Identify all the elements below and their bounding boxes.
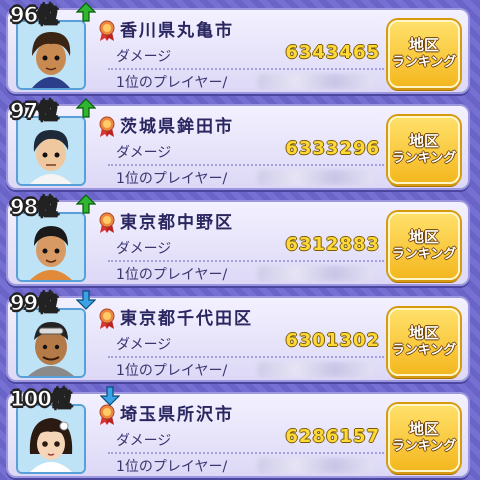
rank-down-arrow-icon xyxy=(76,290,96,310)
top-player-label: 1位のプレイヤー/ xyxy=(116,459,228,475)
ranking-row: 97位 茨城県鉾田市 ダメージ 6333296 1位のプレイヤー/ 地区 ランキ… xyxy=(6,98,470,190)
region-name: 香川県丸亀市 xyxy=(120,21,234,41)
ranking-row: 98位 東京都中野区 ダメージ 6312883 1位のプレイヤー/ 地区 ランキ… xyxy=(6,194,470,286)
ranking-row: 99位 東京都千代田区 ダメージ 6301302 1位のプレイヤー/ 地区 ラン… xyxy=(6,290,470,382)
button-label-line2: ランキング xyxy=(391,439,457,454)
damage-line: ダメージ 6343465 xyxy=(108,42,384,70)
damage-line: ダメージ 6301302 xyxy=(108,330,384,358)
damage-score: 6343465 xyxy=(285,42,380,63)
top-player-line: 1位のプレイヤー/ xyxy=(108,164,384,190)
player-avatar xyxy=(16,116,86,186)
damage-score: 6301302 xyxy=(285,330,380,351)
blurred-player-name xyxy=(258,458,373,473)
rank-label: 99位 xyxy=(9,291,58,316)
button-label-line2: ランキング xyxy=(391,55,457,70)
medal-icon xyxy=(99,308,115,329)
player-avatar xyxy=(16,308,86,378)
damage-score: 6333296 xyxy=(285,138,380,159)
top-player-label: 1位のプレイヤー/ xyxy=(116,363,228,379)
damage-score: 6312883 xyxy=(285,234,380,255)
medal-icon xyxy=(99,116,115,137)
blurred-player-name xyxy=(258,74,373,89)
region-ranking-button[interactable]: 地区 ランキング xyxy=(388,20,460,88)
top-player-line: 1位のプレイヤー/ xyxy=(108,68,384,94)
button-label-line2: ランキング xyxy=(391,343,457,358)
boy-character-icon xyxy=(18,22,84,88)
boy-character-icon xyxy=(18,118,84,184)
region-name: 東京都中野区 xyxy=(120,213,234,233)
damage-line: ダメージ 6312883 xyxy=(108,234,384,262)
ranking-list: 96位 香川県丸亀市 ダメージ 6343465 1位のプレイヤー/ 地区 ランキ… xyxy=(0,0,480,480)
man-character-icon xyxy=(18,310,84,376)
region-ranking-button[interactable]: 地区 ランキング xyxy=(388,212,460,280)
player-avatar xyxy=(16,212,86,282)
button-label-line1: 地区 xyxy=(408,36,439,54)
girl-character-icon xyxy=(18,406,84,472)
ranking-row: 96位 香川県丸亀市 ダメージ 6343465 1位のプレイヤー/ 地区 ランキ… xyxy=(6,2,470,94)
top-player-label: 1位のプレイヤー/ xyxy=(116,75,228,91)
damage-label: ダメージ xyxy=(116,49,172,65)
boy-character-icon xyxy=(18,214,84,280)
region-ranking-button[interactable]: 地区 ランキング xyxy=(388,308,460,376)
region-ranking-button[interactable]: 地区 ランキング xyxy=(388,116,460,184)
region-name: 茨城県鉾田市 xyxy=(120,117,234,137)
damage-label: ダメージ xyxy=(116,337,172,353)
rank-up-arrow-icon xyxy=(76,2,96,22)
button-label-line2: ランキング xyxy=(391,247,457,262)
ranking-row: 100位 埼玉県所沢市 ダメージ 6286157 1位のプレイヤー/ 地区 ラン… xyxy=(6,386,470,478)
rank-label: 97位 xyxy=(9,99,58,124)
top-player-line: 1位のプレイヤー/ xyxy=(108,452,384,478)
button-label-line1: 地区 xyxy=(408,132,439,150)
damage-label: ダメージ xyxy=(116,241,172,257)
rank-label: 96位 xyxy=(9,3,58,28)
damage-label: ダメージ xyxy=(116,433,172,449)
button-label-line2: ランキング xyxy=(391,151,457,166)
damage-line: ダメージ 6286157 xyxy=(108,426,384,454)
top-player-line: 1位のプレイヤー/ xyxy=(108,260,384,286)
damage-score: 6286157 xyxy=(285,426,380,447)
button-label-line1: 地区 xyxy=(408,420,439,438)
medal-icon xyxy=(99,212,115,233)
player-avatar xyxy=(16,20,86,90)
rank-up-arrow-icon xyxy=(76,98,96,118)
rank-down-arrow-icon xyxy=(100,386,120,406)
top-player-label: 1位のプレイヤー/ xyxy=(116,171,228,187)
medal-icon xyxy=(99,404,115,425)
region-name: 東京都千代田区 xyxy=(120,309,253,329)
button-label-line1: 地区 xyxy=(408,324,439,342)
top-player-line: 1位のプレイヤー/ xyxy=(108,356,384,382)
medal-icon xyxy=(99,20,115,41)
blurred-player-name xyxy=(258,266,373,281)
blurred-player-name xyxy=(258,362,373,377)
rank-up-arrow-icon xyxy=(76,194,96,214)
damage-label: ダメージ xyxy=(116,145,172,161)
top-player-label: 1位のプレイヤー/ xyxy=(116,267,228,283)
damage-line: ダメージ 6333296 xyxy=(108,138,384,166)
player-avatar xyxy=(16,404,86,474)
rank-label: 100位 xyxy=(10,387,73,412)
button-label-line1: 地区 xyxy=(408,228,439,246)
rank-label: 98位 xyxy=(9,195,58,220)
region-ranking-button[interactable]: 地区 ランキング xyxy=(388,404,460,472)
blurred-player-name xyxy=(258,170,373,185)
region-name: 埼玉県所沢市 xyxy=(120,405,234,425)
